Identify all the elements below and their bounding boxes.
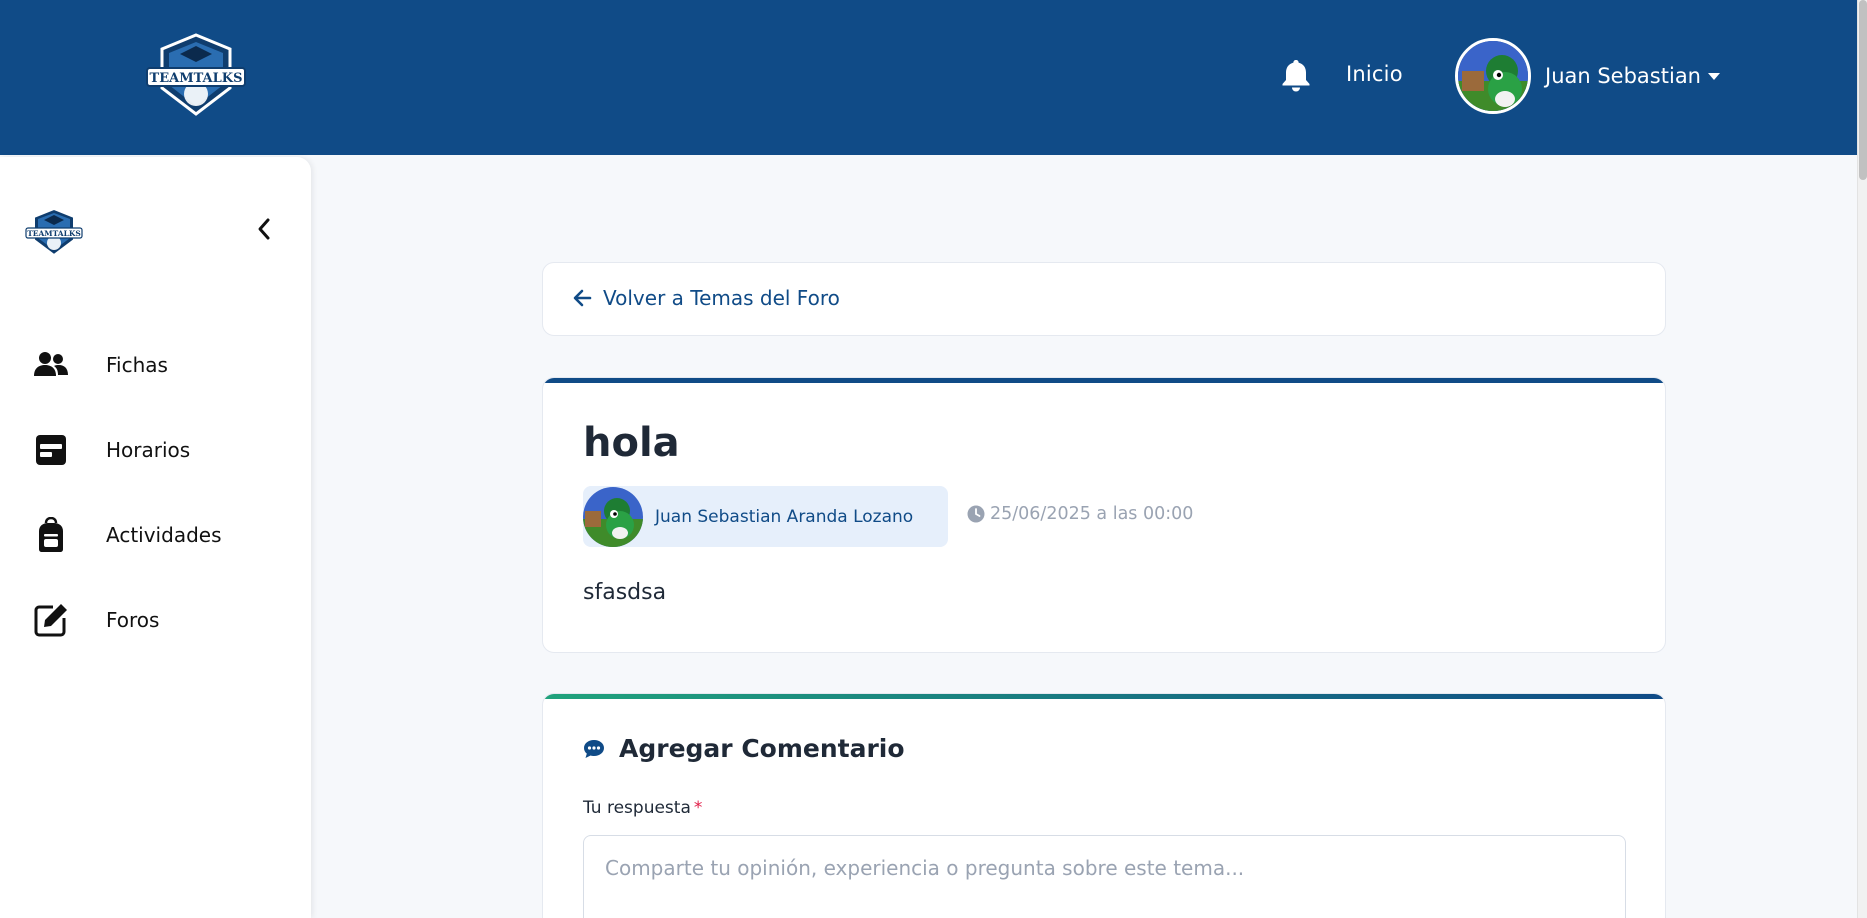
author-chip[interactable]: Juan Sebastian Aranda Lozano	[583, 486, 948, 547]
topic-card-accent-bar	[543, 378, 1665, 383]
comment-textarea[interactable]	[583, 835, 1626, 918]
sidebar-item-label: Actividades	[106, 523, 222, 547]
author-name: Juan Sebastian Aranda Lozano	[655, 506, 914, 527]
sidebar-item-foros[interactable]: Foros	[0, 590, 311, 650]
topic-body: sfasdsa	[583, 580, 667, 605]
collapse-sidebar-icon[interactable]	[254, 215, 274, 243]
sidebar-item-horarios[interactable]: Horarios	[0, 420, 311, 480]
teamtalks-logo[interactable]: TEAMTALKS	[146, 32, 246, 118]
topic-card: hola Juan Sebastian Aranda Lozano 25/06/…	[542, 377, 1666, 653]
back-link-card: Volver a Temas del Foro	[542, 262, 1666, 336]
user-avatar	[1455, 38, 1531, 114]
author-avatar	[583, 486, 643, 547]
add-comment-card: Agregar Comentario Tu respuesta *	[542, 693, 1666, 918]
sidebar-item-fichas[interactable]: Fichas	[0, 335, 311, 395]
sidebar-item-label: Horarios	[106, 438, 191, 462]
edit-icon	[34, 604, 67, 637]
topic-date: 25/06/2025 a las 00:00	[967, 504, 1193, 524]
topic-title: hola	[583, 420, 680, 466]
required-mark: *	[693, 798, 703, 818]
chevron-down-icon	[1708, 72, 1720, 80]
response-label: Tu respuesta *	[583, 798, 702, 818]
notification-bell-icon[interactable]	[1280, 58, 1312, 92]
clock-icon	[967, 505, 985, 523]
users-icon	[34, 352, 68, 376]
user-name: Juan Sebastian	[1545, 64, 1701, 88]
comment-dots-icon	[584, 739, 604, 758]
sidebar-logo[interactable]: TEAMTALKS	[25, 207, 83, 257]
sidebar-item-label: Foros	[106, 608, 160, 632]
response-label-text: Tu respuesta	[583, 798, 691, 818]
sidebar-item-label: Fichas	[106, 353, 168, 377]
user-menu[interactable]: Juan Sebastian	[1455, 38, 1720, 114]
arrow-left-icon	[573, 289, 592, 307]
top-navbar: TEAMTALKS Inicio Juan Sebastian	[0, 0, 1857, 155]
svg-text:TEAMTALKS: TEAMTALKS	[150, 71, 243, 86]
back-link-label: Volver a Temas del Foro	[603, 286, 840, 310]
topic-date-text: 25/06/2025 a las 00:00	[990, 504, 1194, 524]
comment-card-accent-bar	[543, 694, 1665, 699]
comment-header: Agregar Comentario	[583, 734, 905, 763]
back-to-forum-link[interactable]: Volver a Temas del Foro	[573, 286, 840, 310]
nav-home-link[interactable]: Inicio	[1346, 62, 1403, 86]
comment-form-title: Agregar Comentario	[619, 734, 905, 763]
sidebar: TEAMTALKS Fichas Horarios Actividades Fo…	[0, 157, 311, 918]
calendar-icon	[36, 435, 66, 465]
svg-text:TEAMTALKS: TEAMTALKS	[27, 229, 81, 238]
sidebar-item-actividades[interactable]: Actividades	[0, 505, 311, 565]
page-scrollbar[interactable]	[1857, 0, 1867, 918]
scrollbar-thumb[interactable]	[1859, 0, 1867, 180]
backpack-icon	[39, 517, 63, 552]
